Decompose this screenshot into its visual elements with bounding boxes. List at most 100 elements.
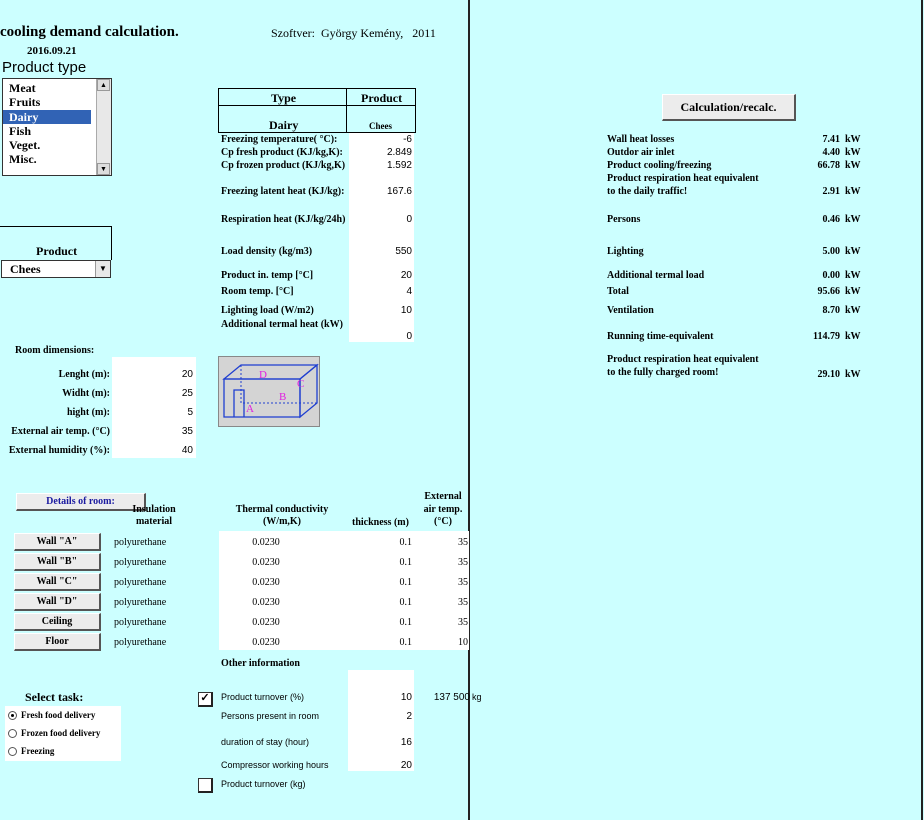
result-value: 114.79 [813,331,840,342]
compressor-value[interactable]: 20 [362,760,412,771]
wall-ext-temp[interactable]: 35 [420,537,468,548]
product-type-option[interactable]: Veget. [3,138,91,152]
result-label: Product respiration heat equivalent [607,173,759,184]
wall-ext-temp[interactable]: 35 [420,577,468,588]
room-field-value[interactable]: 40 [140,445,193,456]
wall-button[interactable]: Wall "B" [14,553,101,571]
wall-values-panel [219,531,469,650]
wall-ext-temp[interactable]: 10 [420,637,468,648]
product-type-listbox[interactable]: Meat Fruits Dairy Fish Veget. Misc. ▲ ▼ [2,78,112,176]
room-field-value[interactable]: 5 [140,407,193,418]
result-value: 95.66 [817,286,841,297]
task-option[interactable]: Freezing [8,746,55,757]
product-type-option[interactable]: Fish [3,124,91,138]
room-diagram: A B C D [218,356,320,427]
type-value: Dairy [269,118,299,132]
wall-conductivity[interactable]: 0.0230 [235,577,297,588]
wall-material: polyurethane [114,617,167,628]
parameter-value[interactable]: 167.6 [352,186,412,197]
wall-button[interactable]: Wall "A" [14,533,101,551]
wall-thickness[interactable]: 0.1 [360,617,413,628]
parameter-label: Room temp. [°C] [221,286,294,297]
wall-ext-temp[interactable]: 35 [420,557,468,568]
col-product-header: Product [361,91,403,105]
task-option-label: Freezing [21,746,55,756]
wall-material: polyurethane [114,637,167,648]
product-type-option[interactable]: Fruits [3,95,91,109]
wall-thickness[interactable]: 0.1 [360,637,413,648]
turnover-pct-checkbox[interactable]: ✓ [198,692,213,707]
result-value: 5.00 [822,246,841,257]
scroll-down-icon[interactable]: ▼ [97,163,110,175]
parameter-label: Lighting load (W/m2) [221,305,314,316]
wall-thickness[interactable]: 0.1 [360,557,413,568]
result-unit: kW [845,331,861,342]
scroll-up-icon[interactable]: ▲ [97,79,110,91]
result-label-line2: to the daily traffic! [607,186,688,197]
product-type-label: Product type [2,59,87,76]
radio-icon[interactable] [8,729,17,739]
parameter-value[interactable]: 20 [352,270,412,281]
chevron-down-icon[interactable]: ▼ [95,261,110,277]
result-label: Product respiration heat equivalent [607,354,759,365]
room-field-value[interactable]: 20 [140,369,193,380]
turnover-kg-label: Product turnover (kg) [221,779,306,789]
result-label: Persons [607,214,641,225]
parameter-value[interactable]: 4 [352,286,412,297]
product-type-option[interactable]: Meat [3,81,91,95]
result-unit: kW [845,286,861,297]
wall-button[interactable]: Floor [14,633,101,651]
product-type-option[interactable]: Dairy [3,109,91,124]
listbox-scrollbar[interactable]: ▲ ▼ [96,79,111,175]
wall-ext-temp[interactable]: 35 [420,617,468,628]
parameter-value[interactable]: 10 [352,305,412,316]
wall-thickness[interactable]: 0.1 [360,537,413,548]
software-credit: Szoftver: György Kemény, 2011 [271,26,436,40]
duration-value[interactable]: 16 [362,737,412,748]
result-unit: kW [845,160,861,171]
parameter-value[interactable]: 2.849 [352,147,412,158]
radio-icon[interactable] [8,747,17,757]
diagram-label-d: D [259,369,267,381]
wall-thickness[interactable]: 0.1 [360,597,413,608]
parameter-value[interactable]: 0 [352,331,412,342]
wall-button[interactable]: Wall "C" [14,573,101,591]
room-field-value[interactable]: 25 [140,388,193,399]
parameter-value[interactable]: 1.592 [352,160,412,171]
result-label: Additional termal load [607,270,705,281]
details-of-room-button[interactable]: Details of room: [16,493,146,511]
product-select[interactable]: Chees ▼ [1,260,111,278]
turnover-kg-checkbox[interactable] [198,778,213,793]
radio-icon[interactable] [8,711,17,721]
wall-thickness[interactable]: 0.1 [360,577,413,588]
diagram-label-c: C [297,378,304,390]
wall-material: polyurethane [114,597,167,608]
wall-conductivity[interactable]: 0.0230 [235,637,297,648]
result-unit: kW [845,305,861,316]
result-value: 4.40 [822,147,841,158]
result-value: 29.10 [817,369,841,380]
room-field-value[interactable]: 35 [140,426,193,437]
product-type-option[interactable]: Misc. [3,152,91,166]
task-option[interactable]: Fresh food delivery [8,710,95,721]
result-unit: kW [845,246,861,257]
turnover-kg-unit: kg [472,692,482,702]
wall-conductivity[interactable]: 0.0230 [235,617,297,628]
result-label: Wall heat losses [607,134,675,145]
wall-button[interactable]: Wall "D" [14,593,101,611]
room-field-label: hight (m): [66,407,110,418]
parameter-value[interactable]: 550 [352,246,412,257]
wall-button[interactable]: Ceiling [14,613,101,631]
turnover-pct-value[interactable]: 10 [362,692,412,703]
wall-conductivity[interactable]: 0.0230 [235,557,297,568]
wall-conductivity[interactable]: 0.0230 [235,537,297,548]
parameter-value[interactable]: 0 [352,214,412,225]
parameter-value[interactable]: -6 [352,134,412,145]
wall-material: polyurethane [114,537,167,548]
parameter-label: Respiration heat (KJ/kg/24h) [221,214,346,225]
calculate-button[interactable]: Calculation/recalc. [662,94,796,121]
wall-conductivity[interactable]: 0.0230 [235,597,297,608]
persons-value[interactable]: 2 [362,711,412,722]
task-option[interactable]: Frozen food delivery [8,728,100,739]
wall-ext-temp[interactable]: 35 [420,597,468,608]
